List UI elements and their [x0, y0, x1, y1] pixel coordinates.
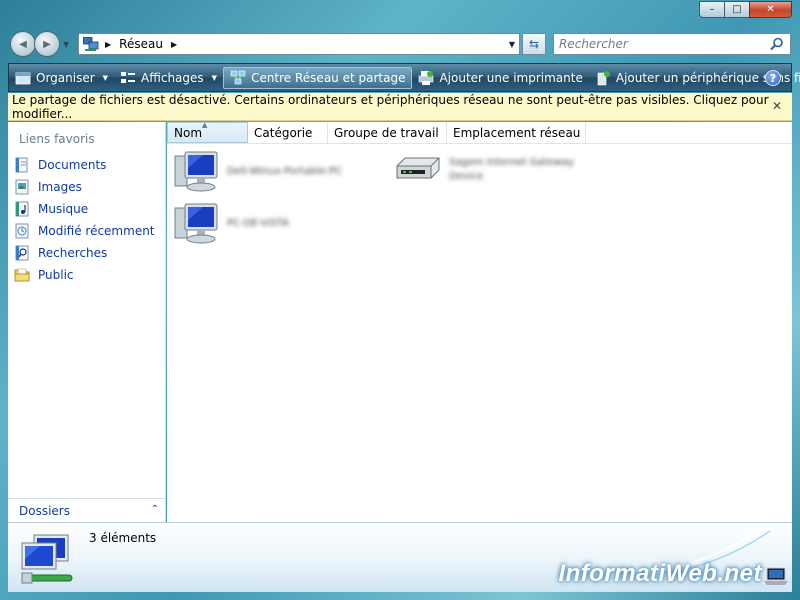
- folder-icon: [14, 268, 30, 282]
- searches-icon: [15, 245, 29, 261]
- organize-icon: [15, 72, 31, 84]
- item-name-block: Sagem Internet Gateway Device: [449, 156, 574, 184]
- router-icon: [396, 157, 440, 179]
- info-bar-close-icon[interactable]: ✕: [772, 99, 782, 113]
- address-bar[interactable]: ▶ Réseau ▶ ▼: [78, 33, 520, 55]
- network-large-icon: [21, 534, 73, 584]
- sidebar-item-public[interactable]: Public: [14, 264, 155, 286]
- favorite-links-list: Documents Images Musique Modifié récemme…: [14, 154, 155, 286]
- computer-icon: [174, 151, 218, 192]
- affichages-dropdown-icon: ▼: [211, 73, 218, 82]
- centre-reseau-button[interactable]: Centre Réseau et partage: [223, 66, 413, 89]
- column-header-label: Emplacement réseau: [453, 125, 581, 140]
- forward-arrow-icon: ▶: [43, 38, 51, 50]
- sidebar-item-musique[interactable]: Musique: [14, 198, 155, 220]
- breadcrumb-chevron-icon[interactable]: ▶: [171, 40, 177, 49]
- navigation-pane: Liens favoris Documents Images Musique M…: [8, 122, 166, 522]
- close-button[interactable]: ✕: [749, 1, 792, 18]
- details-pane: 3 éléments InformatiWeb.net: [8, 522, 792, 592]
- organiser-button[interactable]: Organiser ▼: [9, 64, 114, 91]
- navigation-buttons: ◀ ▶ ▼: [10, 31, 69, 57]
- maximize-button[interactable]: □: [724, 1, 750, 18]
- chevron-up-icon: ⌃: [150, 504, 159, 515]
- recent-pages-dropdown[interactable]: ▼: [63, 40, 69, 49]
- affichages-label: Affichages: [141, 70, 204, 85]
- help-button[interactable]: ?: [765, 70, 781, 86]
- refresh-icon: ⇆: [528, 37, 540, 51]
- item-name: Sagem Internet Gateway: [449, 157, 574, 168]
- ajouter-imprimante-label: Ajouter une imprimante: [439, 70, 583, 85]
- sidebar-item-label: Recherches: [38, 246, 108, 260]
- favorite-links-title: Liens favoris: [19, 132, 95, 146]
- column-header-groupe-de-travail[interactable]: Groupe de travail: [328, 122, 447, 143]
- search-input[interactable]: [559, 37, 759, 51]
- sidebar-item-images[interactable]: Images: [14, 176, 155, 198]
- centre-reseau-label: Centre Réseau et partage: [251, 70, 406, 85]
- column-header-emplacement-reseau[interactable]: Emplacement réseau: [447, 122, 586, 143]
- explorer-window: – □ ✕ ◀ ▶ ▼ ▶ Réseau ▶ ▼ ⇆ Rechercher Or…: [0, 0, 800, 600]
- sidebar-item-recherches[interactable]: Recherches: [14, 242, 155, 264]
- forward-button[interactable]: ▶: [34, 31, 60, 57]
- network-center-icon: [230, 70, 246, 84]
- sidebar-item-documents[interactable]: Documents: [14, 154, 155, 176]
- sidebar-item-modifie-recemment[interactable]: Modifié récemment: [14, 220, 155, 242]
- column-header-categorie[interactable]: Catégorie: [248, 122, 328, 143]
- column-header-label: Nom: [174, 125, 203, 140]
- back-button[interactable]: ◀: [10, 31, 36, 57]
- sidebar-item-label: Musique: [38, 202, 89, 216]
- music-icon: [15, 201, 29, 217]
- column-header-label: Groupe de travail: [334, 125, 439, 140]
- breadcrumb-separator-icon[interactable]: ▶: [105, 40, 111, 49]
- item-name: PC-DE-VISTA: [227, 218, 289, 229]
- back-arrow-icon: ◀: [19, 38, 27, 50]
- column-header-nom[interactable]: ▲ Nom: [167, 121, 248, 143]
- item-subtitle: Device: [449, 171, 484, 182]
- list-item[interactable]: Dell-Winux-Portable-PC: [173, 150, 342, 194]
- item-name: Dell-Winux-Portable-PC: [227, 166, 343, 177]
- folders-label: Dossiers: [19, 503, 70, 518]
- network-icon: [83, 37, 99, 51]
- documents-icon: [15, 157, 28, 173]
- organiser-label: Organiser: [36, 70, 95, 85]
- refresh-button[interactable]: ⇆: [522, 33, 546, 55]
- pictures-icon: [15, 179, 29, 195]
- laptop-icon: [764, 567, 788, 585]
- column-header-label: Catégorie: [254, 125, 313, 140]
- sidebar-item-label: Public: [38, 268, 74, 282]
- watermark-logo: InformatiWeb.net: [558, 560, 762, 587]
- item-count: 3 éléments: [89, 531, 157, 545]
- organiser-dropdown-icon: ▼: [102, 73, 109, 82]
- list-item[interactable]: Sagem Internet Gateway Device: [393, 152, 574, 188]
- file-list: ▲ Nom Catégorie Groupe de travail Emplac…: [167, 121, 792, 522]
- affichages-button[interactable]: Affichages ▼: [114, 64, 223, 91]
- info-bar-message[interactable]: Le partage de fichiers est désactivé. Ce…: [12, 93, 792, 121]
- magnifier-icon[interactable]: [770, 37, 784, 51]
- sort-ascending-icon: ▲: [202, 121, 208, 129]
- printer-icon: [419, 70, 434, 85]
- wireless-device-icon: [597, 70, 610, 85]
- command-bar: Organiser ▼ Affichages ▼ Centre Réseau e…: [8, 63, 800, 92]
- sidebar-item-label: Modifié récemment: [38, 224, 155, 238]
- folders-toggle[interactable]: Dossiers ⌃: [8, 498, 165, 522]
- ajouter-imprimante-button[interactable]: Ajouter une imprimante: [412, 64, 588, 91]
- computer-icon: [174, 203, 218, 244]
- breadcrumb-reseau[interactable]: Réseau: [119, 37, 163, 51]
- minimize-button[interactable]: –: [699, 1, 725, 18]
- address-dropdown-icon[interactable]: ▼: [509, 40, 515, 49]
- search-box: [553, 33, 791, 55]
- views-icon: [121, 71, 136, 83]
- sidebar-item-label: Documents: [38, 158, 107, 172]
- info-bar[interactable]: Le partage de fichiers est désactivé. Ce…: [8, 93, 792, 121]
- recent-icon: [15, 223, 29, 239]
- caption-buttons: – □ ✕: [699, 1, 792, 18]
- list-item[interactable]: PC-DE-VISTA: [173, 202, 289, 246]
- column-headers: ▲ Nom Catégorie Groupe de travail Emplac…: [167, 121, 792, 144]
- sidebar-item-label: Images: [38, 180, 82, 194]
